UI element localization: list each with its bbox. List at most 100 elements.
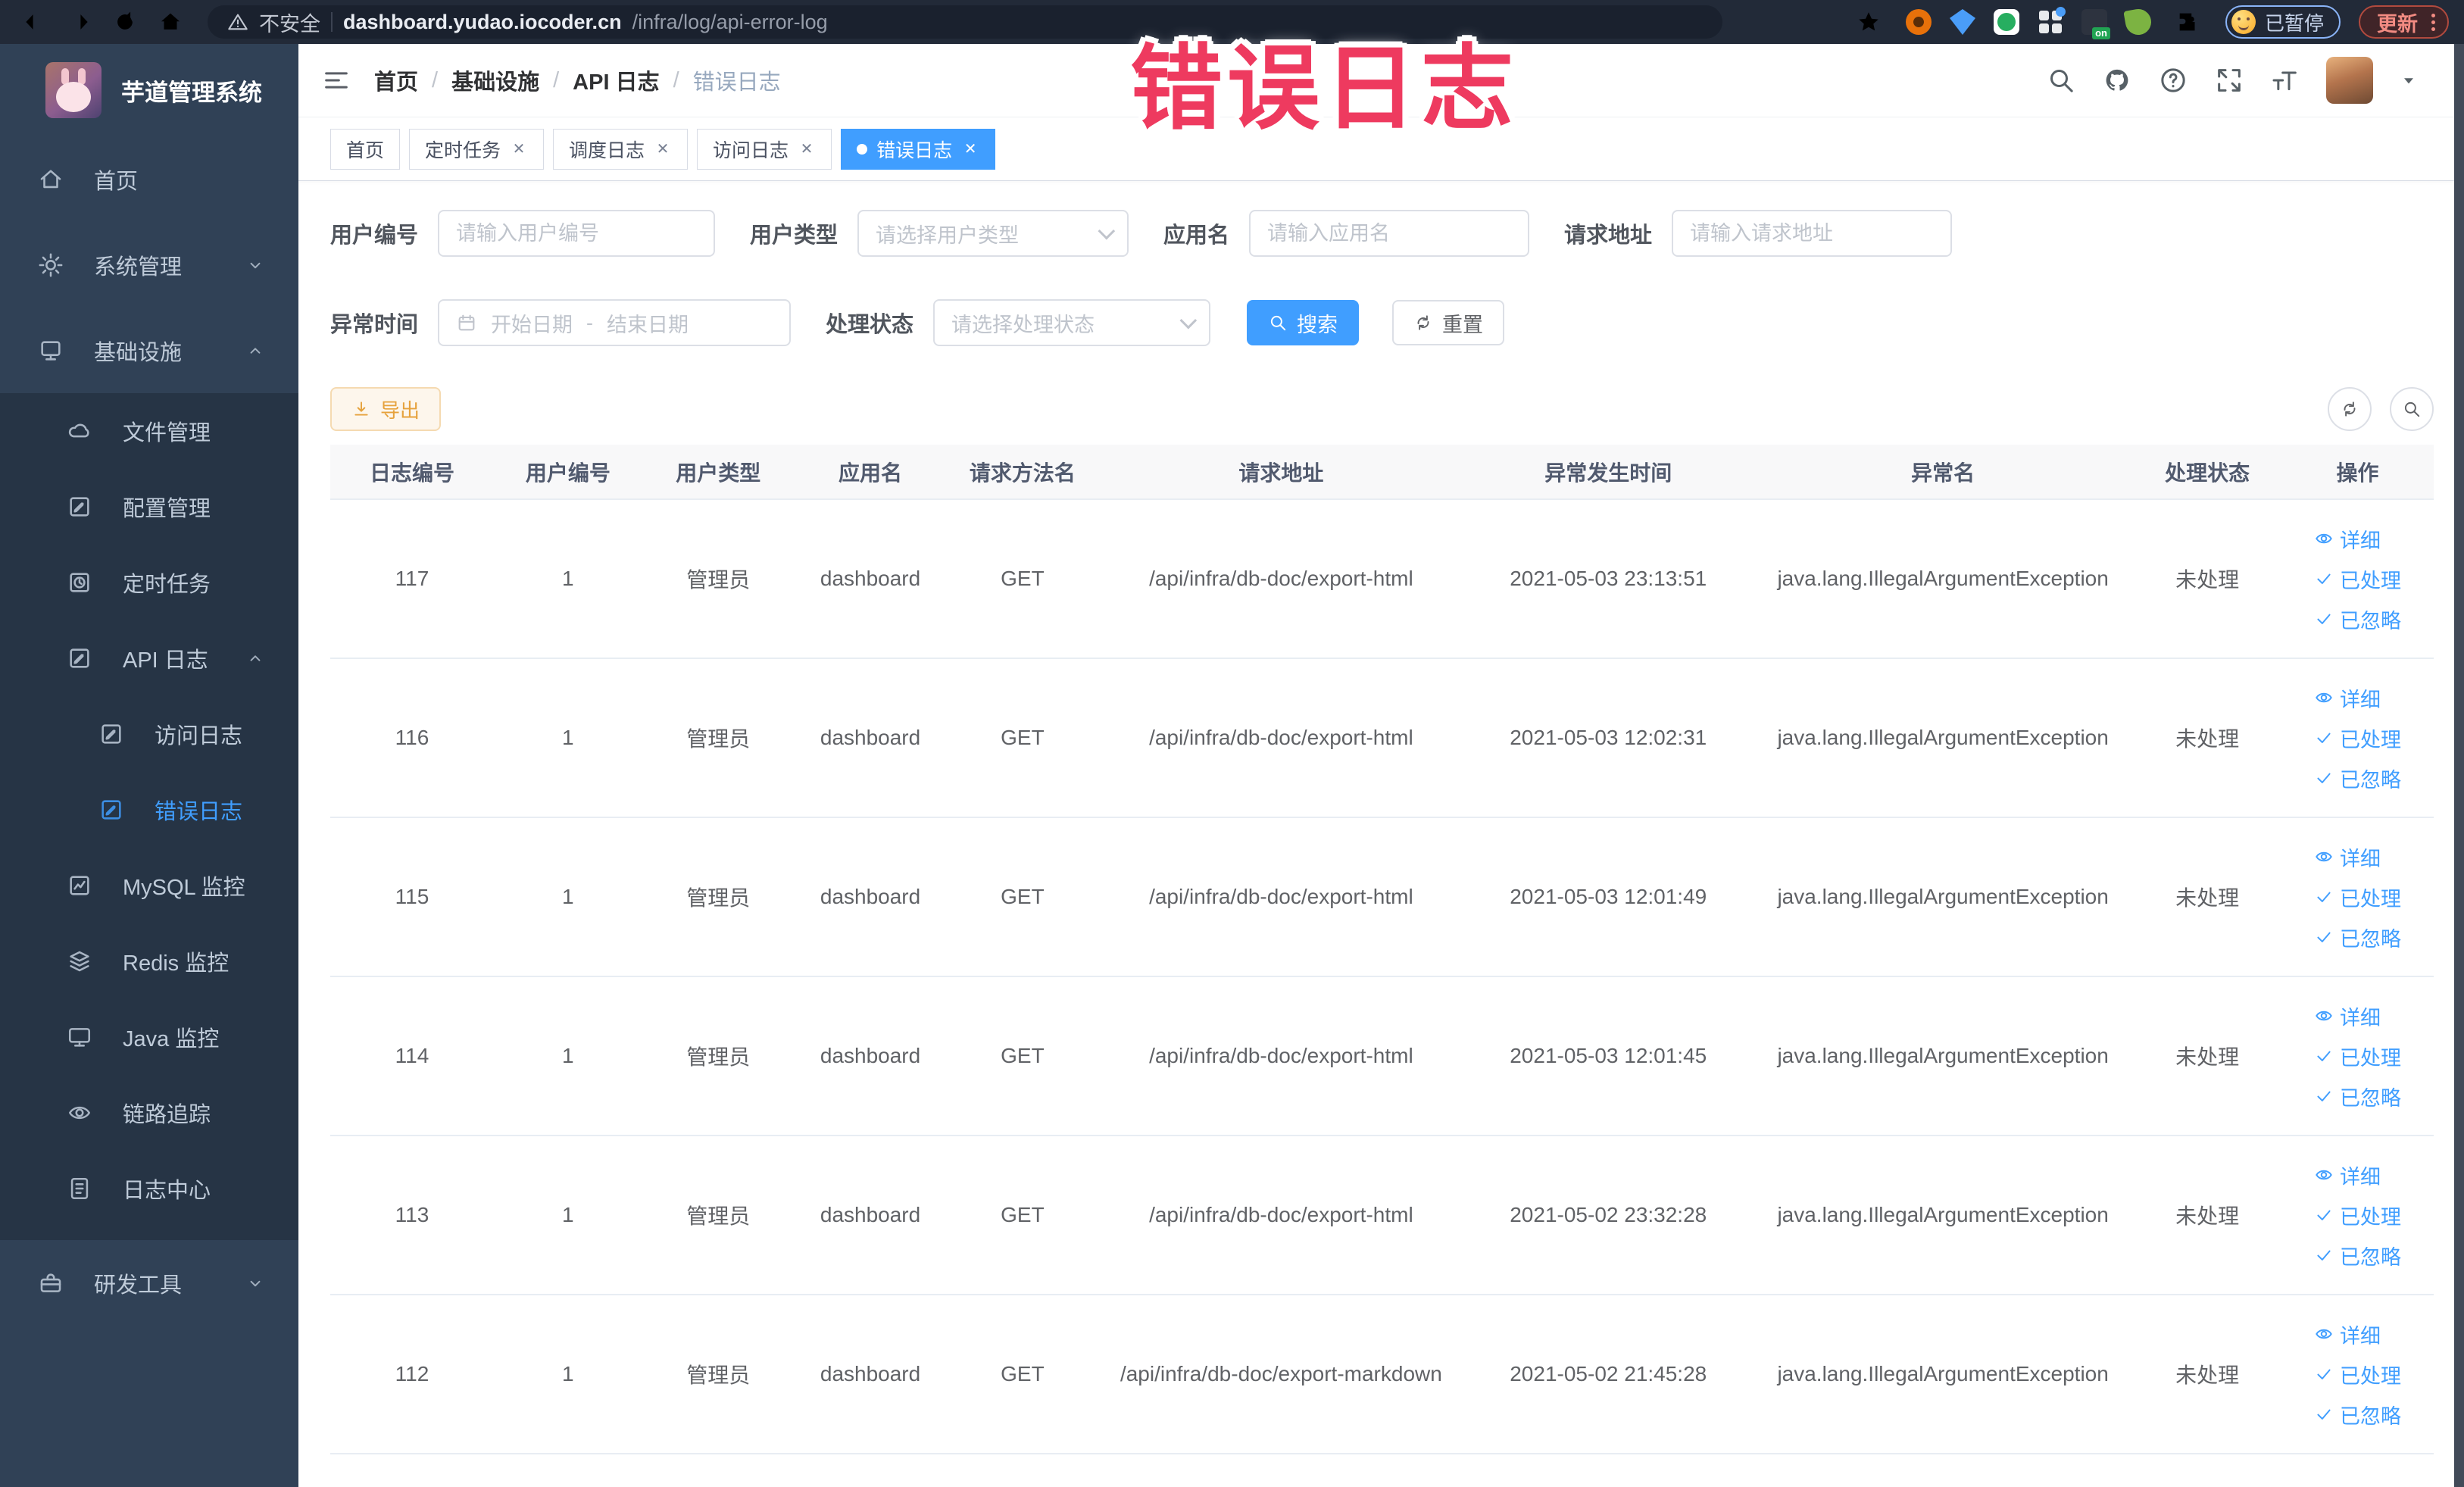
detail-link[interactable]: 详细 (2314, 683, 2381, 713)
extension-blue-icon[interactable] (1949, 9, 1975, 35)
user-id-input[interactable] (438, 210, 716, 257)
user-type-select[interactable]: 请选择用户类型 (857, 210, 1129, 257)
tab-dispatch-log[interactable]: 调度日志 (553, 128, 689, 170)
search-button[interactable]: 搜索 (1247, 300, 1360, 345)
sidebar-item-mysql-monitor[interactable]: MySQL 监控 (0, 848, 298, 923)
sidebar-item-label: 定时任务 (123, 573, 211, 597)
document-icon (98, 721, 124, 747)
search-icon[interactable] (2046, 65, 2076, 95)
sidebar-item-file-management[interactable]: 文件管理 (0, 393, 298, 469)
tab-scheduled-task[interactable]: 定时任务 (409, 128, 545, 170)
cell-exception: java.lang.IllegalArgumentException (1753, 817, 2134, 977)
exception-time-range[interactable]: 开始日期 - 结束日期 (438, 299, 792, 346)
caret-down-icon[interactable] (2399, 70, 2419, 90)
extensions-puzzle-icon[interactable] (2175, 9, 2201, 35)
clock-icon (67, 570, 92, 595)
mark-ignored-link[interactable]: 已忽略 (2314, 1400, 2401, 1429)
font-size-icon[interactable] (2270, 65, 2300, 95)
github-icon[interactable] (2102, 65, 2132, 95)
profile-paused-badge[interactable]: 已暂停 (2225, 5, 2341, 39)
sidebar-item-trace[interactable]: 链路追踪 (0, 1075, 298, 1151)
sidebar-item-config-management[interactable]: 配置管理 (0, 469, 298, 545)
reset-button[interactable]: 重置 (1392, 300, 1505, 345)
bookmark-star-icon[interactable] (1856, 9, 1882, 35)
paused-label: 已暂停 (2264, 11, 2324, 35)
export-button[interactable]: 导出 (330, 387, 442, 431)
tab-access-log[interactable]: 访问日志 (697, 128, 832, 170)
detail-link[interactable]: 详细 (2314, 1001, 2381, 1031)
sidebar-item-home[interactable]: 首页 (0, 136, 298, 222)
reload-icon[interactable] (112, 9, 138, 35)
mark-processed-link[interactable]: 已处理 (2314, 1042, 2401, 1071)
help-icon[interactable] (2158, 65, 2188, 95)
hamburger-icon[interactable] (321, 65, 351, 95)
close-icon[interactable] (510, 140, 528, 158)
detail-link[interactable]: 详细 (2314, 1320, 2381, 1349)
browser-update-button[interactable]: 更新 (2359, 5, 2449, 39)
mark-processed-link[interactable]: 已处理 (2314, 564, 2401, 594)
sidebar-item-log-center[interactable]: 日志中心 (0, 1151, 298, 1226)
tab-error-log[interactable]: 错误日志 (841, 128, 996, 170)
user-avatar[interactable] (2326, 57, 2373, 104)
sidebar-item-error-log[interactable]: 错误日志 (0, 772, 298, 848)
mark-ignored-link[interactable]: 已忽略 (2314, 1241, 2401, 1270)
detail-link[interactable]: 详细 (2314, 524, 2381, 554)
detail-link[interactable]: 详细 (2314, 1161, 2381, 1190)
mark-processed-link[interactable]: 已处理 (2314, 883, 2401, 912)
fullscreen-icon[interactable] (2214, 65, 2244, 95)
mark-ignored-label: 已忽略 (2340, 1404, 2402, 1428)
browser-menu-icon[interactable] (2427, 11, 2440, 34)
sidebar-item-infrastructure[interactable]: 基础设施 (0, 308, 298, 393)
address-bar[interactable]: 不安全 dashboard.yudao.iocoder.cn/infra/log… (208, 5, 1722, 39)
page-scrollbar[interactable] (2454, 44, 2464, 1487)
sidebar-item-redis-monitor[interactable]: Redis 监控 (0, 923, 298, 999)
mark-processed-label: 已处理 (2340, 887, 2402, 911)
mark-ignored-link[interactable]: 已忽略 (2314, 764, 2401, 793)
detail-link[interactable]: 详细 (2314, 842, 2381, 872)
back-icon[interactable] (21, 9, 47, 35)
close-icon[interactable] (798, 140, 816, 158)
sidebar-item-java-monitor[interactable]: Java 监控 (0, 999, 298, 1075)
sidebar-item-system-management[interactable]: 系统管理 (0, 222, 298, 308)
breadcrumb-separator: / (553, 67, 560, 92)
eye-icon (2314, 688, 2334, 708)
mark-processed-link[interactable]: 已处理 (2314, 1360, 2401, 1389)
sidebar-item-scheduled-task[interactable]: 定时任务 (0, 545, 298, 620)
extension-orange-icon[interactable] (1905, 9, 1932, 35)
tab-home[interactable]: 首页 (330, 128, 401, 170)
breadcrumb-api-log[interactable]: API 日志 (573, 64, 659, 96)
mark-ignored-link[interactable]: 已忽略 (2314, 604, 2401, 634)
app-name-input[interactable] (1249, 210, 1530, 257)
mark-ignored-link[interactable]: 已忽略 (2314, 923, 2401, 952)
mark-processed-link[interactable]: 已处理 (2314, 723, 2401, 753)
forward-icon[interactable] (67, 9, 92, 35)
extension-leaf-icon[interactable] (2123, 7, 2153, 37)
cell-log-id: 114 (330, 976, 494, 1136)
sidebar-item-access-log[interactable]: 访问日志 (0, 696, 298, 772)
cell-status: 未处理 (2133, 976, 2282, 1136)
extension-on-icon[interactable]: on (2081, 9, 2110, 39)
search-toggle-button[interactable] (2390, 387, 2434, 431)
extension-grid-icon[interactable] (2038, 7, 2066, 35)
home-icon[interactable] (158, 9, 183, 35)
close-icon[interactable] (654, 140, 672, 158)
sidebar-logo[interactable]: 芋道管理系统 (0, 44, 298, 136)
check-icon (2314, 1086, 2334, 1106)
sidebar-item-api-log[interactable]: API 日志 (0, 620, 298, 696)
request-url-input[interactable] (1672, 210, 1953, 257)
process-status-select[interactable]: 请选择处理状态 (933, 299, 1211, 346)
close-icon[interactable] (961, 140, 979, 158)
breadcrumb-infrastructure[interactable]: 基础设施 (451, 64, 539, 96)
breadcrumb-home[interactable]: 首页 (374, 64, 418, 96)
mark-processed-link[interactable]: 已处理 (2314, 1201, 2401, 1230)
chevron-up-icon (245, 341, 265, 361)
home-icon (38, 167, 64, 192)
browser-toolbar: 不安全 dashboard.yudao.iocoder.cn/infra/log… (0, 0, 2464, 44)
refresh-button[interactable] (2328, 387, 2372, 431)
mark-ignored-link[interactable]: 已忽略 (2314, 1082, 2401, 1111)
mark-ignored-label: 已忽略 (2340, 768, 2402, 792)
col-log-id: 日志编号 (330, 445, 494, 499)
select-placeholder: 请选择处理状态 (951, 313, 1095, 336)
sidebar-item-dev-tools[interactable]: 研发工具 (0, 1240, 298, 1326)
extension-green-icon[interactable] (1993, 9, 2019, 35)
